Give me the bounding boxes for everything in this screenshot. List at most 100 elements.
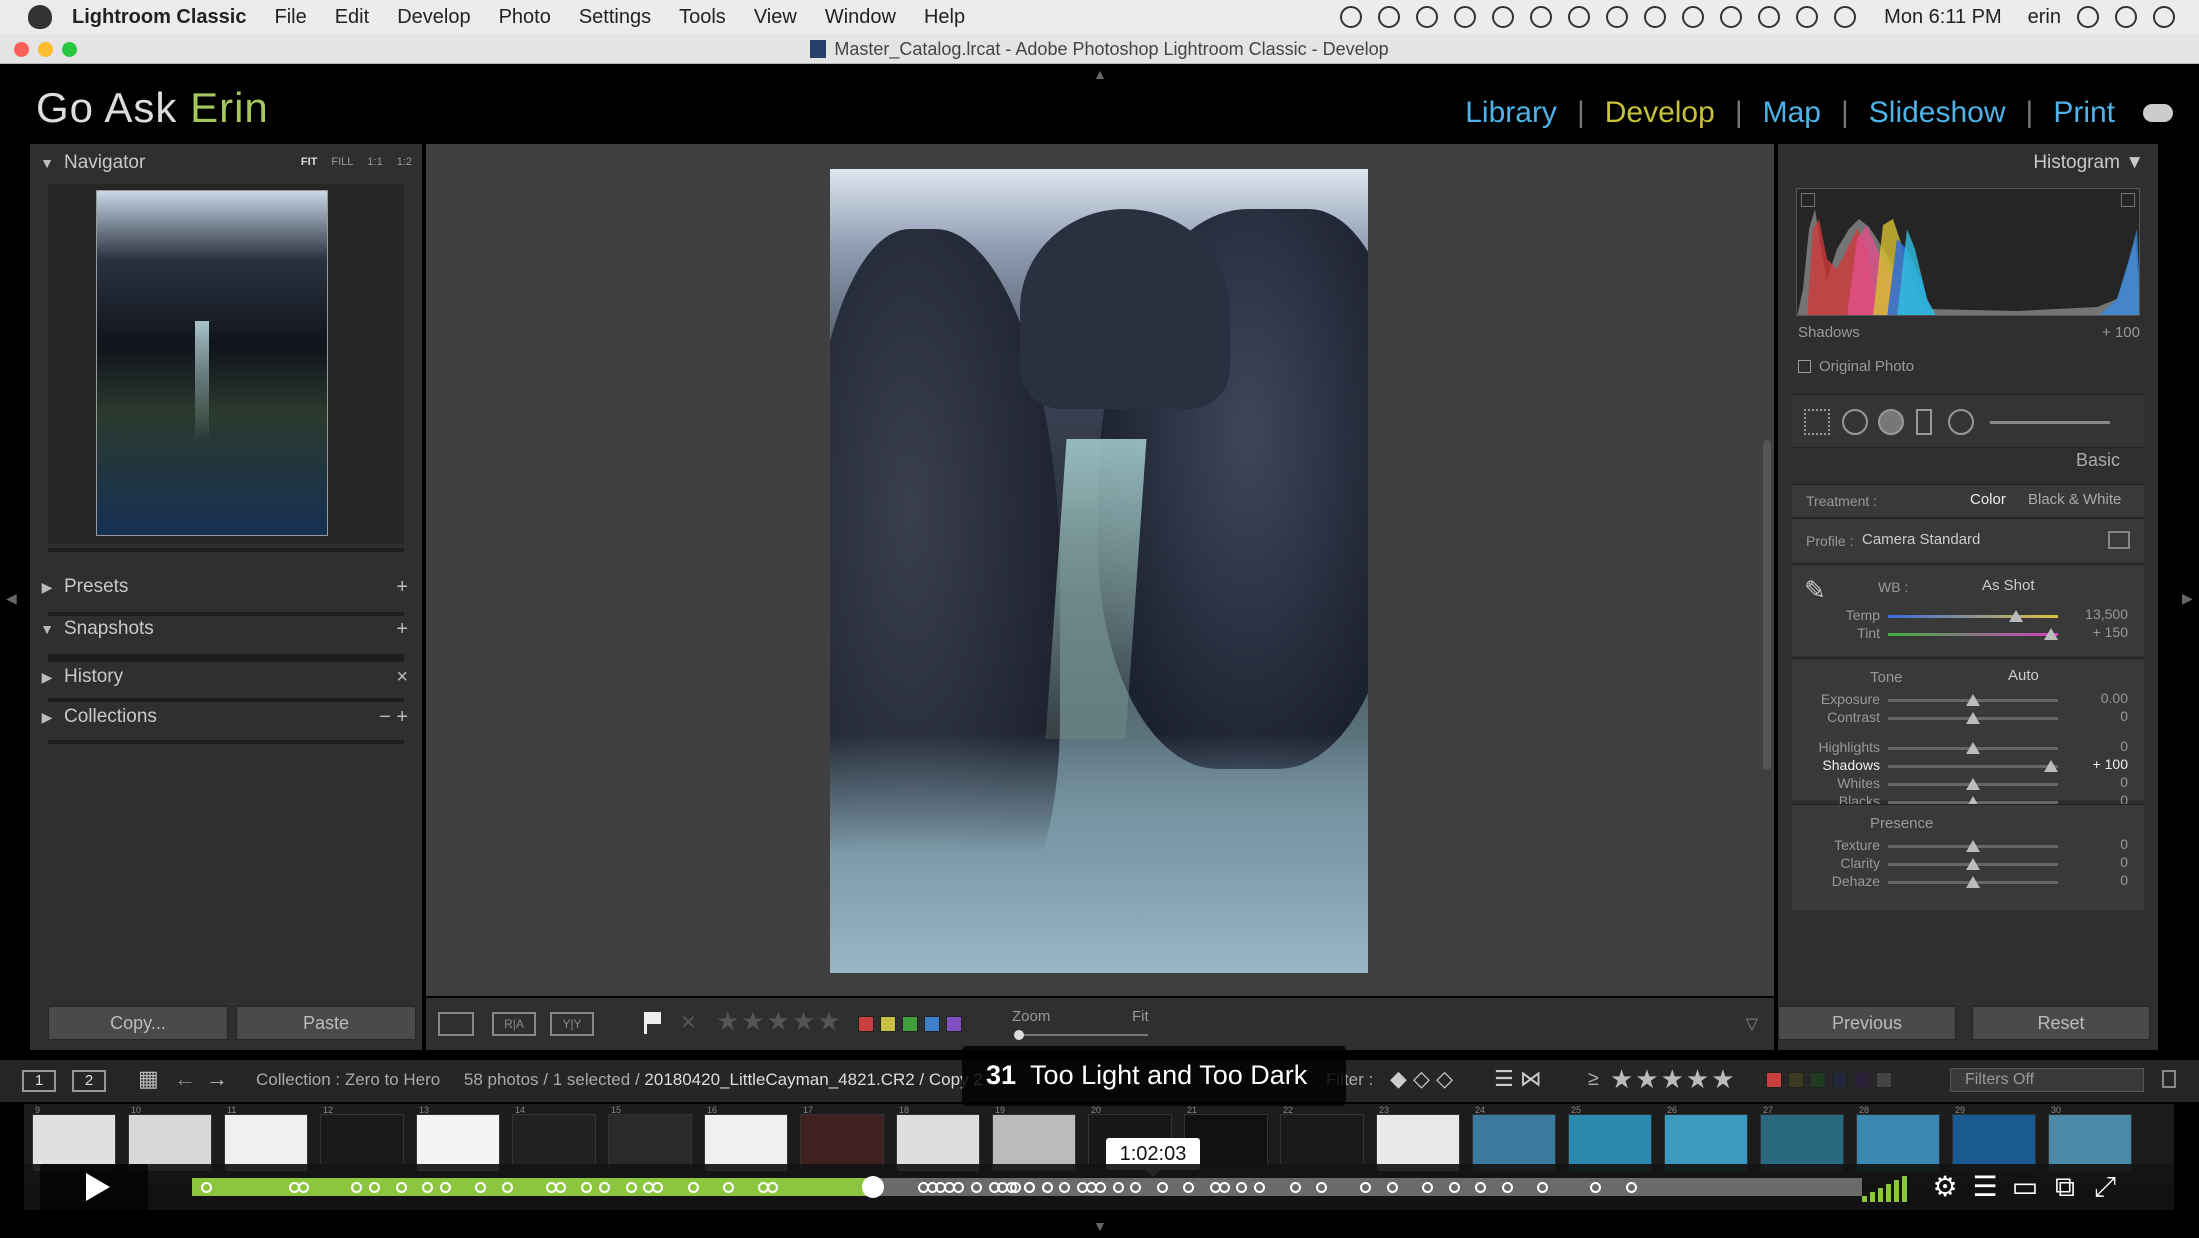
wifi-icon[interactable] xyxy=(1796,6,1819,28)
module-slideshow[interactable]: Slideshow xyxy=(1869,96,2006,130)
grid-view-icon[interactable]: ▦ xyxy=(138,1066,159,1092)
volume-meter[interactable] xyxy=(1862,1172,1907,1202)
fullscreen-icon[interactable]: ⤢ xyxy=(2090,1172,2120,1202)
menu-photo[interactable]: Photo xyxy=(499,6,551,29)
app-menu[interactable]: Lightroom Classic xyxy=(72,6,246,29)
bottom-panel-toggle-icon[interactable]: ▼ xyxy=(1093,1218,1107,1234)
tint-slider[interactable]: Tint + 150 xyxy=(1792,623,2144,645)
chapter-marker[interactable] xyxy=(1041,1182,1053,1193)
chapter-marker[interactable] xyxy=(723,1182,735,1193)
status-icon-4[interactable] xyxy=(1454,6,1477,28)
chapter-marker[interactable] xyxy=(687,1182,699,1193)
picture-in-picture-icon[interactable]: ⧉ xyxy=(2050,1172,2080,1202)
snapshots-header[interactable]: ▼ Snapshots + xyxy=(30,610,422,648)
highlights-value[interactable]: 0 xyxy=(2120,738,2128,754)
whites-value[interactable]: 0 xyxy=(2120,774,2128,790)
texture-knob[interactable] xyxy=(1966,840,1980,852)
filter-lock-icon[interactable] xyxy=(2162,1070,2176,1088)
airplay-icon[interactable]: ▭ xyxy=(2010,1172,2040,1202)
chapter-marker[interactable] xyxy=(1236,1182,1248,1193)
before-after-lr-icon[interactable]: R|A xyxy=(492,1012,536,1036)
chapter-marker[interactable] xyxy=(1590,1182,1602,1193)
chapter-marker[interactable] xyxy=(1537,1182,1549,1193)
module-develop[interactable]: Develop xyxy=(1605,96,1715,130)
zoom-fit-option[interactable]: FIT xyxy=(301,156,318,168)
menu-help[interactable]: Help xyxy=(924,6,965,29)
loupe-view-icon[interactable] xyxy=(438,1012,474,1036)
zoom-slider-track[interactable] xyxy=(1018,1034,1148,1036)
wb-eyedropper-icon[interactable]: ✎ xyxy=(1804,575,1826,606)
menubar-clock[interactable]: Mon 6:11 PM xyxy=(1884,6,2001,29)
filter-color-other[interactable] xyxy=(1876,1072,1892,1088)
airplay-icon[interactable] xyxy=(1720,6,1743,28)
histogram-header[interactable]: Histogram ▼ xyxy=(2033,152,2144,174)
chapter-marker[interactable] xyxy=(1448,1182,1460,1193)
color-label-blue[interactable] xyxy=(924,1016,940,1032)
copy-settings-button[interactable]: Copy... xyxy=(48,1006,228,1040)
color-label-purple[interactable] xyxy=(946,1016,962,1032)
star-rating[interactable]: ★★★★★ xyxy=(716,1006,843,1037)
exposure-knob[interactable] xyxy=(1966,694,1980,706)
reject-flag-icon[interactable]: ✕ xyxy=(680,1010,697,1035)
filter-color-yellow[interactable] xyxy=(1788,1072,1804,1088)
right-panel-scrollbar[interactable] xyxy=(1763,440,1771,770)
menu-settings[interactable]: Settings xyxy=(579,6,651,29)
dehaze-slider[interactable]: Dehaze 0 xyxy=(1792,871,2144,893)
color-label-red[interactable] xyxy=(858,1016,874,1032)
shadows-track[interactable] xyxy=(1888,765,2058,768)
dropbox-icon[interactable] xyxy=(1492,6,1515,28)
tint-track[interactable] xyxy=(1888,633,2058,636)
tint-value[interactable]: + 150 xyxy=(2093,624,2128,640)
chapter-marker[interactable] xyxy=(970,1182,982,1193)
history-header[interactable]: ▶ History × xyxy=(30,658,422,696)
module-library[interactable]: Library xyxy=(1465,96,1557,130)
flag-filter-icon[interactable]: ◆ ◇ ◇ xyxy=(1390,1066,1453,1092)
collections-header[interactable]: ▶ Collections − + xyxy=(30,698,422,736)
onepassword-icon[interactable] xyxy=(1606,6,1629,28)
wb-select[interactable]: As Shot xyxy=(1982,577,2035,594)
presets-header[interactable]: ▶ Presets + xyxy=(30,568,422,606)
apple-icon[interactable] xyxy=(28,5,52,29)
menu-window[interactable]: Window xyxy=(825,6,896,29)
status-icon-7[interactable] xyxy=(1568,6,1591,28)
collections-actions-icon[interactable]: − + xyxy=(379,706,408,729)
settings-gear-icon[interactable]: ⚙ xyxy=(1930,1172,1960,1202)
treatment-color-option[interactable]: Color xyxy=(1970,491,2006,508)
chapter-marker[interactable] xyxy=(1023,1182,1035,1193)
contrast-value[interactable]: 0 xyxy=(2120,708,2128,724)
status-icon-2[interactable] xyxy=(1378,6,1401,28)
zoom-fill-option[interactable]: FILL xyxy=(331,156,353,168)
chapter-marker[interactable] xyxy=(554,1182,566,1193)
contrast-knob[interactable] xyxy=(1966,712,1980,724)
reset-button[interactable]: Reset xyxy=(1972,1006,2150,1040)
bluetooth-icon[interactable] xyxy=(1758,6,1781,28)
chapter-marker[interactable] xyxy=(1094,1182,1106,1193)
status-icon-3[interactable] xyxy=(1416,6,1439,28)
color-label-green[interactable] xyxy=(902,1016,918,1032)
checkbox-icon[interactable] xyxy=(1798,360,1811,373)
profile-select[interactable]: Camera Standard xyxy=(1862,531,1980,548)
chapter-marker[interactable] xyxy=(1360,1182,1372,1193)
chapter-marker[interactable] xyxy=(1183,1182,1195,1193)
whites-knob[interactable] xyxy=(1966,778,1980,790)
module-print[interactable]: Print xyxy=(2053,96,2115,130)
filter-preset-select[interactable]: Filters Off xyxy=(1950,1068,2144,1092)
chapter-marker[interactable] xyxy=(1218,1182,1230,1193)
dehaze-knob[interactable] xyxy=(1966,876,1980,888)
forward-arrow-icon[interactable]: → xyxy=(206,1066,228,1092)
chapter-marker[interactable] xyxy=(1625,1182,1637,1193)
chapter-marker[interactable] xyxy=(953,1182,965,1193)
chapter-marker[interactable] xyxy=(439,1182,451,1193)
temp-value[interactable]: 13,500 xyxy=(2085,606,2128,622)
top-panel-toggle-icon[interactable]: ▲ xyxy=(1093,66,1107,82)
chapter-marker[interactable] xyxy=(1475,1182,1487,1193)
chapter-marker[interactable] xyxy=(625,1182,637,1193)
chapter-marker[interactable] xyxy=(1289,1182,1301,1193)
menu-edit[interactable]: Edit xyxy=(335,6,369,29)
filter-color-green[interactable] xyxy=(1810,1072,1826,1088)
zoom-slider-knob[interactable] xyxy=(1014,1030,1024,1040)
chapter-marker[interactable] xyxy=(369,1182,381,1193)
before-after-tb-icon[interactable]: Y|Y xyxy=(550,1012,594,1036)
shadows-value[interactable]: + 100 xyxy=(2093,756,2128,772)
secondary-window-button[interactable]: 2 xyxy=(72,1070,106,1092)
